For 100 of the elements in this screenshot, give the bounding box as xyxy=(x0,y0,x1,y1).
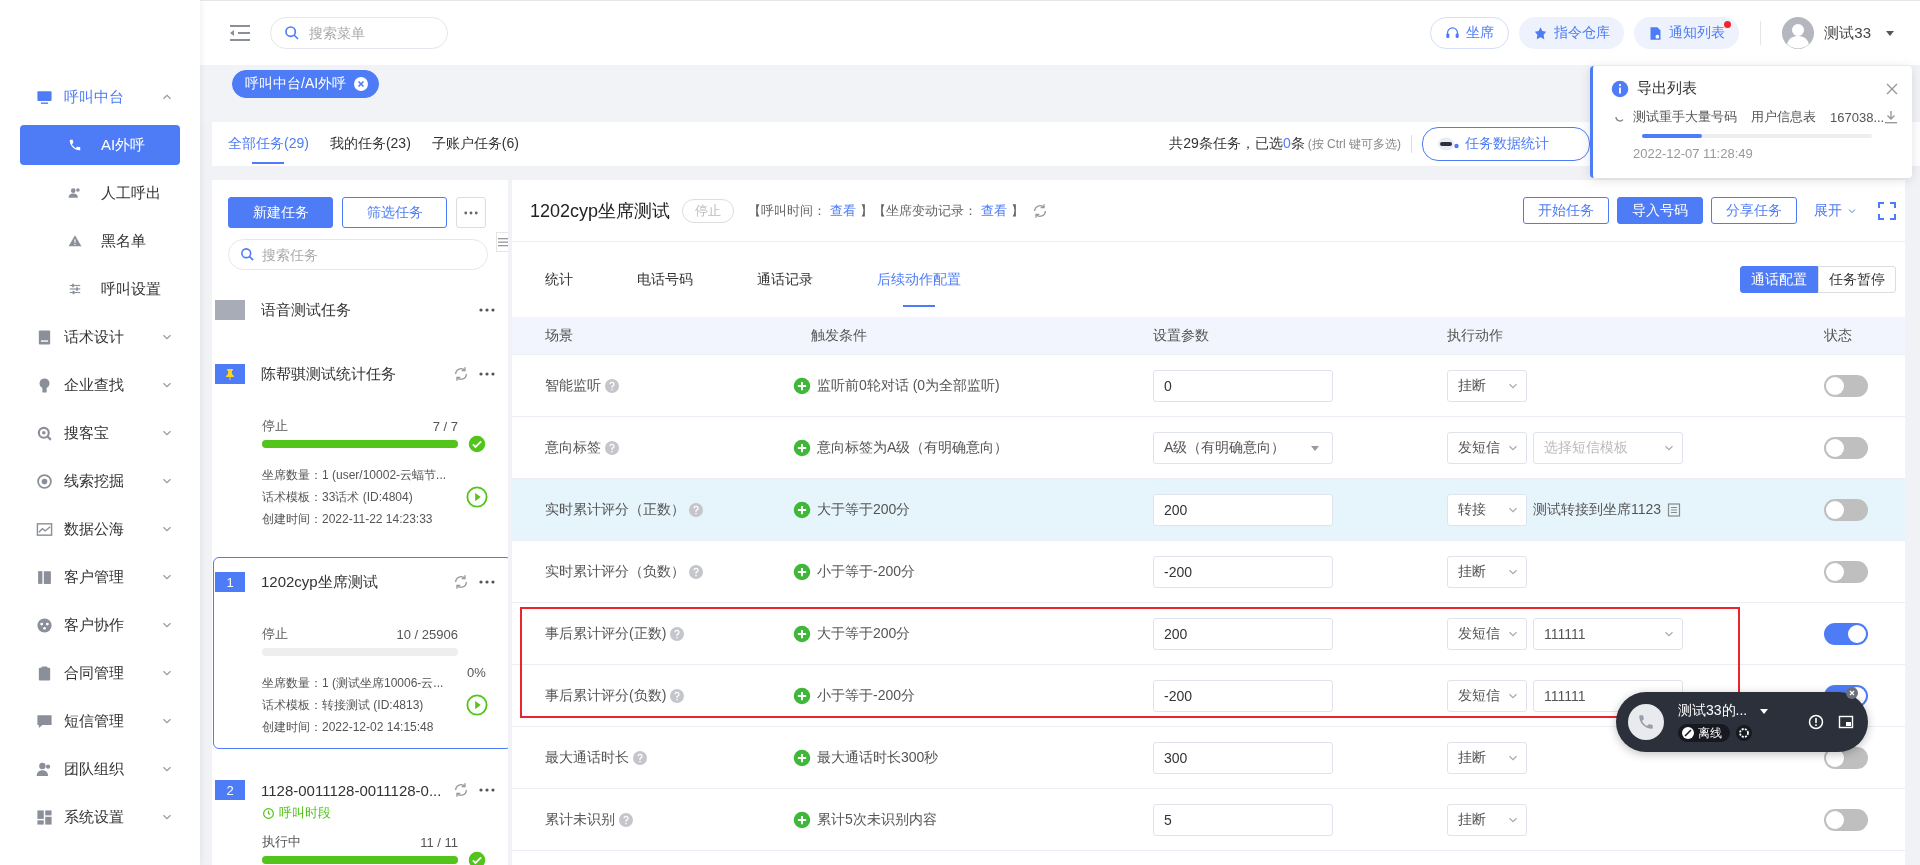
scene-label: 累计未识别 xyxy=(545,810,615,829)
close-icon[interactable] xyxy=(1846,687,1858,699)
action-select[interactable]: 发短信 xyxy=(1447,679,1527,712)
task-card[interactable]: 1 1202cyp坐席测试 停止 10 / 25906 0% 坐席数量：1 (测试坐席10006-云... 话术模板：转接测试 (ID:4813) 创建时间：2022-12-02 14:15:48 xyxy=(213,557,508,749)
tab[interactable]: 我的任务(23) xyxy=(329,122,411,166)
param-field[interactable]: -200 xyxy=(1153,679,1333,712)
refresh-icon[interactable] xyxy=(453,574,469,590)
alert-icon[interactable] xyxy=(1808,714,1824,730)
toolbar-button[interactable]: 指令仓库 xyxy=(1519,17,1625,49)
sidebar-item[interactable]: 客户协作 xyxy=(0,601,200,649)
search-field[interactable]: 搜索任务 xyxy=(228,239,488,270)
sidebar-item[interactable]: 线索挖掘 xyxy=(0,457,200,505)
action-select[interactable]: 挂断 xyxy=(1447,741,1527,774)
play-icon[interactable] xyxy=(465,694,488,716)
action-select[interactable]: 挂断 xyxy=(1447,369,1527,402)
menu-fold-icon[interactable] xyxy=(230,25,250,41)
play-icon[interactable] xyxy=(465,486,488,508)
popover-title: 导出列表 xyxy=(1637,79,1697,98)
param-field[interactable]: 5 xyxy=(1153,803,1333,836)
action-select[interactable]: 发短信 xyxy=(1447,617,1527,650)
param-field[interactable]: 300 xyxy=(1153,741,1333,774)
segment-button[interactable]: 任务暂停 xyxy=(1818,266,1896,293)
action-button[interactable]: 开始任务 xyxy=(1523,197,1609,224)
help-icon xyxy=(633,750,647,765)
filter-button[interactable]: 筛选任务 xyxy=(342,197,447,228)
sidebar-item[interactable]: 团队组织 xyxy=(0,745,200,793)
more-button[interactable] xyxy=(456,197,486,228)
download-icon[interactable] xyxy=(1884,110,1899,124)
more-icon[interactable] xyxy=(479,788,495,792)
toggle-switch[interactable] xyxy=(1824,498,1868,521)
toolbar-button[interactable]: 通知列表 xyxy=(1634,17,1740,49)
action-select[interactable]: 转接 xyxy=(1447,493,1527,526)
sidebar-item[interactable]: 数据公海 xyxy=(0,505,200,553)
task-item[interactable]: 陈帮骐测试统计任务 停止 7 / 7 坐席数量：1 (user/10002-云蝠节... 话术模板：33话术 (ID:4804) 创建时间：2022-11-22 14:23:33 xyxy=(213,349,508,541)
window-icon[interactable] xyxy=(1838,714,1854,730)
plus-circle-icon xyxy=(793,624,811,643)
toolbar-button[interactable]: 坐席 xyxy=(1430,17,1510,49)
more-icon[interactable] xyxy=(479,580,495,584)
sidebar-item[interactable]: 短信管理 xyxy=(0,697,200,745)
view-link[interactable]: 查看 xyxy=(830,201,857,220)
more-icon[interactable] xyxy=(479,308,495,312)
sidebar-item[interactable]: 客户管理 xyxy=(0,553,200,601)
action-button[interactable]: 分享任务 xyxy=(1711,197,1797,224)
param-field[interactable]: 200 xyxy=(1153,617,1333,650)
refresh-icon[interactable] xyxy=(1032,202,1049,219)
task-item[interactable]: 语音测试任务 xyxy=(213,285,508,333)
sidebar-subitem[interactable]: 人工呼出 xyxy=(20,173,180,213)
page-tag[interactable]: 呼叫中台/AI外呼 xyxy=(232,70,380,98)
sidebar-subitem[interactable]: AI外呼 xyxy=(20,125,180,165)
segment-button[interactable]: 通话配置 xyxy=(1740,266,1818,293)
action-select[interactable]: 挂断 xyxy=(1447,555,1527,588)
list-icon xyxy=(498,237,508,247)
task-item[interactable]: 2 1128-0011128-0011128-0... 呼叫时段 执行中 11 / 11 xyxy=(213,765,508,865)
sidebar-item[interactable]: 呼叫中台 xyxy=(0,73,200,121)
expand-button[interactable]: 展开 xyxy=(1814,201,1858,220)
sidebar-item[interactable]: 话术设计 xyxy=(0,313,200,361)
toggle-switch[interactable] xyxy=(1824,622,1868,645)
tab[interactable]: 统计 xyxy=(545,242,573,317)
sidebar-item[interactable]: 企业查找 xyxy=(0,361,200,409)
sidebar-item[interactable]: 合同管理 xyxy=(0,649,200,697)
param-field[interactable]: -200 xyxy=(1153,555,1333,588)
view-link[interactable]: 查看 xyxy=(981,201,1008,220)
sidebar-subitem[interactable]: 黑名单 xyxy=(20,221,180,261)
sidebar-item[interactable]: 搜客宝 xyxy=(0,409,200,457)
search-field[interactable]: 搜索菜单 xyxy=(270,17,448,49)
refresh-icon[interactable] xyxy=(453,782,469,798)
transfer-target: 测试转接到坐席1123 xyxy=(1533,500,1662,519)
tab[interactable]: 电话号码 xyxy=(637,242,693,317)
tab[interactable]: 通话记录 xyxy=(757,242,813,317)
param-field[interactable]: 200 xyxy=(1153,493,1333,526)
action-button[interactable]: 导入号码 xyxy=(1617,197,1703,224)
action-select[interactable]: 发短信 xyxy=(1447,431,1527,464)
more-icon[interactable] xyxy=(479,372,495,376)
collapse-handle[interactable] xyxy=(496,232,508,252)
toggle-switch[interactable] xyxy=(1824,808,1868,831)
param-field[interactable]: 0 xyxy=(1153,369,1333,402)
refresh-icon[interactable] xyxy=(453,366,469,382)
toggle-switch[interactable] xyxy=(1824,374,1868,397)
action-select[interactable]: 挂断 xyxy=(1447,803,1527,836)
target-icon xyxy=(36,472,53,490)
sidebar-item[interactable]: 系统设置 xyxy=(0,793,200,841)
toggle-switch[interactable] xyxy=(1824,560,1868,583)
stats-button[interactable]: 任务数据统计 xyxy=(1422,127,1590,161)
fullscreen-icon[interactable] xyxy=(1878,201,1896,220)
document-icon[interactable] xyxy=(1667,502,1682,517)
phone-icon xyxy=(68,138,82,152)
toggle-switch[interactable] xyxy=(1824,436,1868,459)
gear-icon[interactable] xyxy=(1736,725,1752,741)
tab[interactable]: 子账户任务(6) xyxy=(431,122,519,166)
template-select[interactable]: 111111 xyxy=(1533,617,1683,650)
user-name[interactable]: 测试33 xyxy=(1824,23,1871,43)
avatar-icon[interactable] xyxy=(1782,17,1815,49)
tab[interactable]: 全部任务(29) xyxy=(228,122,309,166)
plus-circle-icon xyxy=(793,686,811,705)
status-chip[interactable]: 离线 xyxy=(1678,724,1730,742)
phone-avatar[interactable] xyxy=(1628,704,1664,740)
sidebar-subitem[interactable]: 呼叫设置 xyxy=(20,269,180,309)
param-select[interactable]: A级（有明确意向） xyxy=(1153,431,1333,464)
tab[interactable]: 后续动作配置 xyxy=(877,242,961,317)
new-task-button[interactable]: 新建任务 xyxy=(228,197,333,228)
